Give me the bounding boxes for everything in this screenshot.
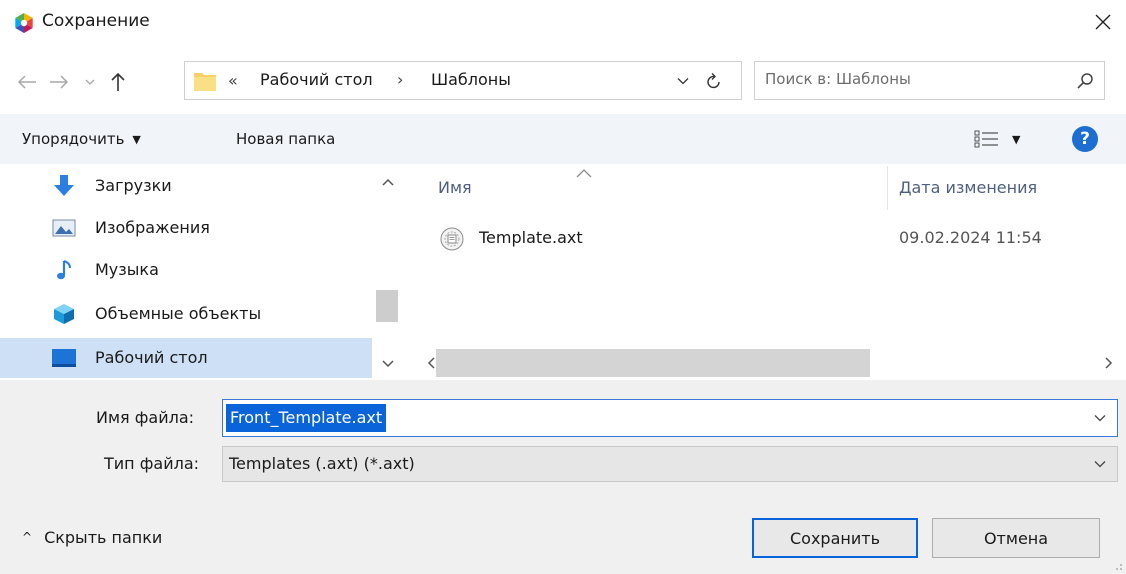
music-icon	[57, 260, 71, 280]
forward-button[interactable]	[46, 70, 72, 94]
close-button[interactable]	[1086, 6, 1120, 38]
chevron-left-icon	[427, 357, 435, 369]
nav-item-desktop[interactable]: Рабочий стол	[0, 338, 372, 378]
new-folder-button[interactable]: Новая папка	[226, 126, 345, 152]
file-name: Template.axt	[479, 228, 583, 247]
caret-down-icon: ▼	[1012, 132, 1021, 146]
chevron-right-icon	[1105, 357, 1113, 369]
scroll-thumb[interactable]	[436, 349, 870, 377]
file-date: 09.02.2024 11:54	[899, 228, 1042, 247]
filetype-value: Templates (.axt) (*.axt)	[229, 454, 415, 473]
column-header-date[interactable]: Дата изменения	[899, 178, 1037, 197]
arrow-left-icon	[17, 75, 36, 89]
window-title: Сохранение	[42, 11, 150, 31]
hide-folders-label: Скрыть папки	[44, 527, 163, 547]
filetype-select[interactable]: Templates (.axt) (*.axt)	[222, 446, 1118, 482]
nav-item-downloads[interactable]: Загрузки	[0, 166, 372, 206]
help-icon: ?	[1080, 129, 1090, 149]
save-options-area: Имя файла: Front_Template.axt Тип файла:…	[0, 380, 1126, 574]
filetype-label: Тип файла:	[104, 454, 200, 473]
chevron-down-icon	[677, 78, 689, 85]
nav-item-label: Загрузки	[95, 176, 172, 195]
refresh-button[interactable]	[699, 68, 729, 94]
chevron-down-icon	[85, 79, 95, 85]
view-options-icon	[974, 130, 998, 148]
cancel-button[interactable]: Отмена	[932, 518, 1100, 558]
help-button[interactable]: ?	[1072, 126, 1098, 152]
downloads-icon	[54, 175, 74, 196]
recent-locations-button[interactable]	[82, 73, 98, 91]
caret-down-icon: ▼	[132, 132, 141, 146]
navigation-pane: Загрузки Изображения Музыка Объемные объ…	[0, 166, 402, 380]
desktop-icon	[52, 349, 76, 367]
scroll-right-button[interactable]	[1099, 353, 1119, 373]
nav-item-3d-objects[interactable]: Объемные объекты	[0, 294, 372, 334]
close-icon	[1095, 14, 1111, 30]
save-button[interactable]: Сохранить	[752, 518, 918, 558]
scroll-thumb[interactable]	[376, 290, 398, 322]
breadcrumb-desktop[interactable]: Рабочий стол	[260, 70, 373, 89]
resize-grip-icon[interactable]	[1110, 556, 1124, 572]
sort-ascending-icon	[576, 169, 592, 178]
filename-combobox[interactable]: Front_Template.axt	[222, 399, 1118, 437]
filetype-dropdown-button[interactable]	[1089, 453, 1111, 475]
refresh-icon	[707, 73, 720, 89]
toolbar: Упорядочить ▼ Новая папка ▼ ?	[0, 114, 1126, 164]
file-list-pane: Имя Дата изменения Template.axt 09.02.20…	[403, 166, 1126, 380]
organize-label: Упорядочить	[22, 130, 125, 148]
search-input[interactable]	[765, 70, 1065, 88]
back-button[interactable]	[14, 70, 40, 94]
chevron-down-icon	[1094, 415, 1106, 422]
address-overflow[interactable]: «	[228, 71, 238, 90]
chevron-up-icon: ^	[22, 530, 33, 544]
search-box[interactable]	[754, 61, 1105, 100]
nav-item-label: Рабочий стол	[95, 348, 208, 367]
address-dropdown-button[interactable]	[671, 69, 695, 93]
column-divider[interactable]	[887, 166, 888, 210]
3d-objects-icon	[54, 304, 74, 324]
organize-button[interactable]: Упорядочить ▼	[22, 126, 141, 152]
address-bar[interactable]: « Рабочий стол › Шаблоны	[184, 61, 742, 100]
nav-pane-scrollbar[interactable]	[372, 166, 402, 380]
arrow-up-icon	[111, 72, 125, 91]
title-bar: Сохранение	[0, 0, 1126, 46]
chevron-down-icon	[1094, 461, 1106, 468]
scroll-up-button[interactable]	[378, 172, 398, 192]
horizontal-scrollbar[interactable]	[403, 346, 1126, 380]
search-icon	[1077, 73, 1093, 89]
filename-label: Имя файла:	[96, 408, 195, 427]
nav-item-label: Объемные объекты	[95, 304, 262, 323]
file-axt-icon	[440, 227, 464, 251]
nav-item-music[interactable]: Музыка	[0, 250, 372, 290]
filename-input[interactable]: Front_Template.axt	[226, 404, 387, 432]
arrow-right-icon	[50, 75, 69, 89]
file-row[interactable]: Template.axt 09.02.2024 11:54	[433, 222, 1113, 258]
nav-item-pictures[interactable]: Изображения	[0, 208, 372, 248]
up-button[interactable]	[104, 68, 132, 96]
pictures-icon	[52, 219, 76, 237]
nav-item-label: Музыка	[95, 260, 159, 279]
chevron-up-icon	[382, 178, 394, 186]
folder-icon	[194, 73, 216, 91]
filename-dropdown-button[interactable]	[1089, 407, 1111, 429]
breadcrumb-separator[interactable]: ›	[397, 70, 403, 89]
column-header-name[interactable]: Имя	[438, 178, 472, 197]
hide-folders-button[interactable]: ^ Скрыть папки	[22, 524, 162, 550]
view-options-button[interactable]: ▼	[974, 126, 1034, 152]
app-logo-icon	[15, 13, 33, 33]
nav-item-label: Изображения	[95, 218, 210, 237]
breadcrumb-templates[interactable]: Шаблоны	[431, 70, 511, 89]
chevron-down-icon	[382, 360, 394, 368]
scroll-down-button[interactable]	[378, 354, 398, 374]
